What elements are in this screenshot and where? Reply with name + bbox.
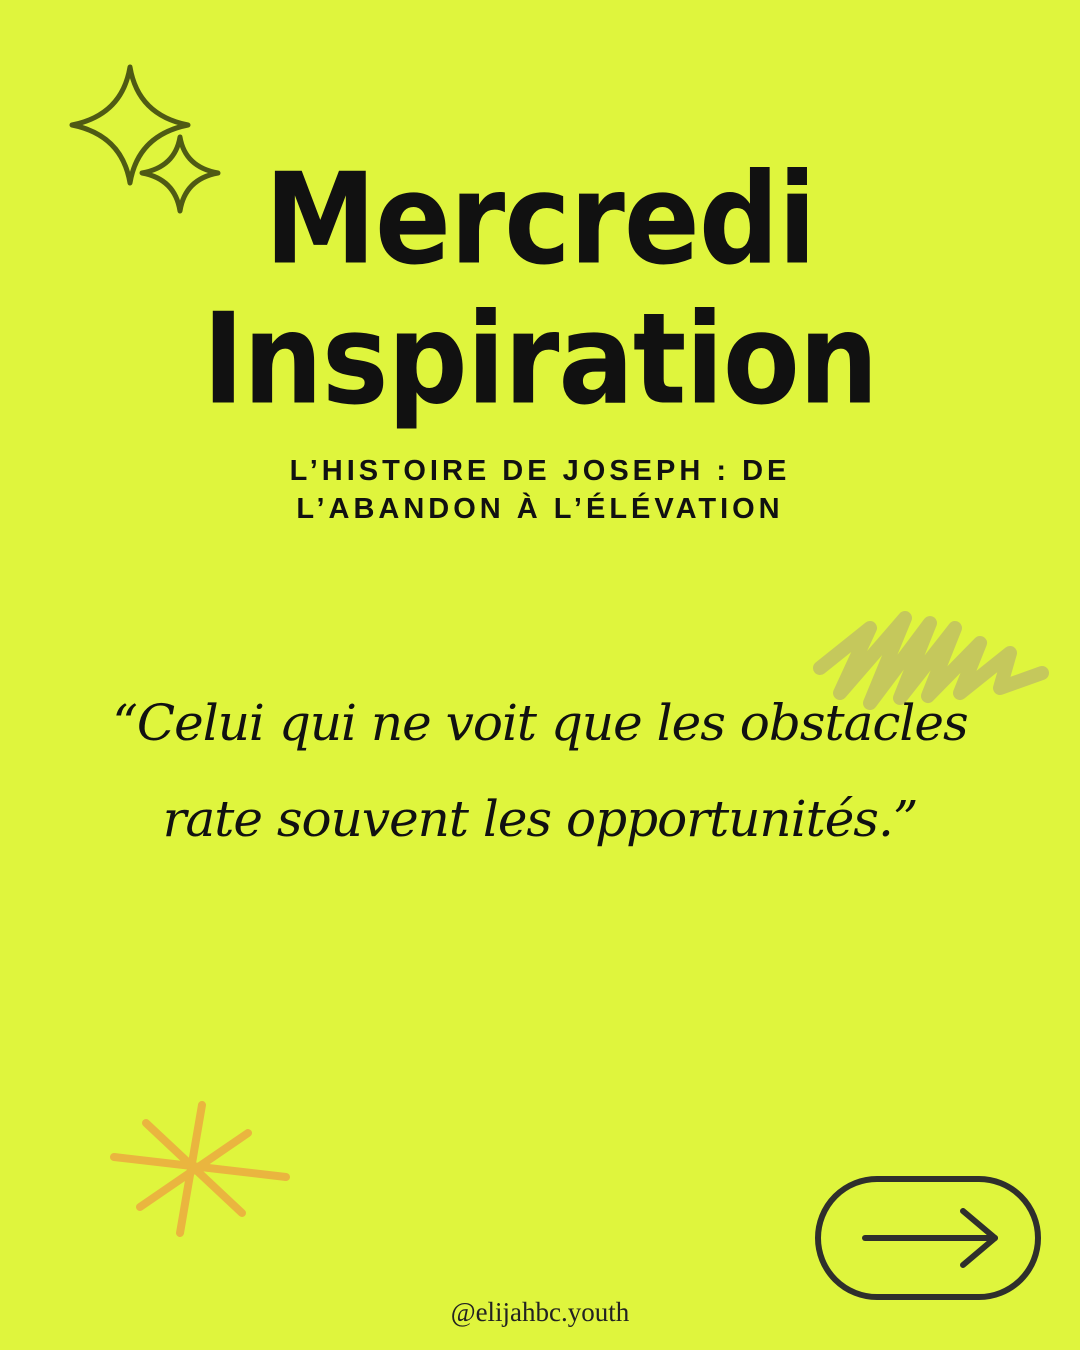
- account-handle: @elijahbc.youth: [450, 1297, 630, 1327]
- subtitle-line-1: L’HISTOIRE DE JOSEPH : DE: [289, 455, 791, 487]
- subtitle: L’HISTOIRE DE JOSEPH : DE L’ABANDON À L’…: [0, 452, 1080, 528]
- next-button[interactable]: [815, 1176, 1041, 1300]
- title-line-2: Inspiration: [202, 287, 878, 433]
- quote-line-2: rate souvent les opportunités.”: [162, 790, 919, 848]
- quote-line-1: “Celui qui ne voit que les obstacles: [112, 694, 968, 752]
- quote: “Celui qui ne voit que les obstacles rat…: [40, 675, 1040, 867]
- post-canvas: Mercredi Inspiration L’HISTOIRE DE JOSEP…: [0, 0, 1080, 1350]
- starburst-icon: [110, 1101, 290, 1237]
- arrow-right-icon: [862, 1208, 998, 1268]
- title-line-1: Mercredi: [264, 147, 817, 293]
- subtitle-line-2: L’ABANDON À L’ÉLÉVATION: [296, 493, 784, 525]
